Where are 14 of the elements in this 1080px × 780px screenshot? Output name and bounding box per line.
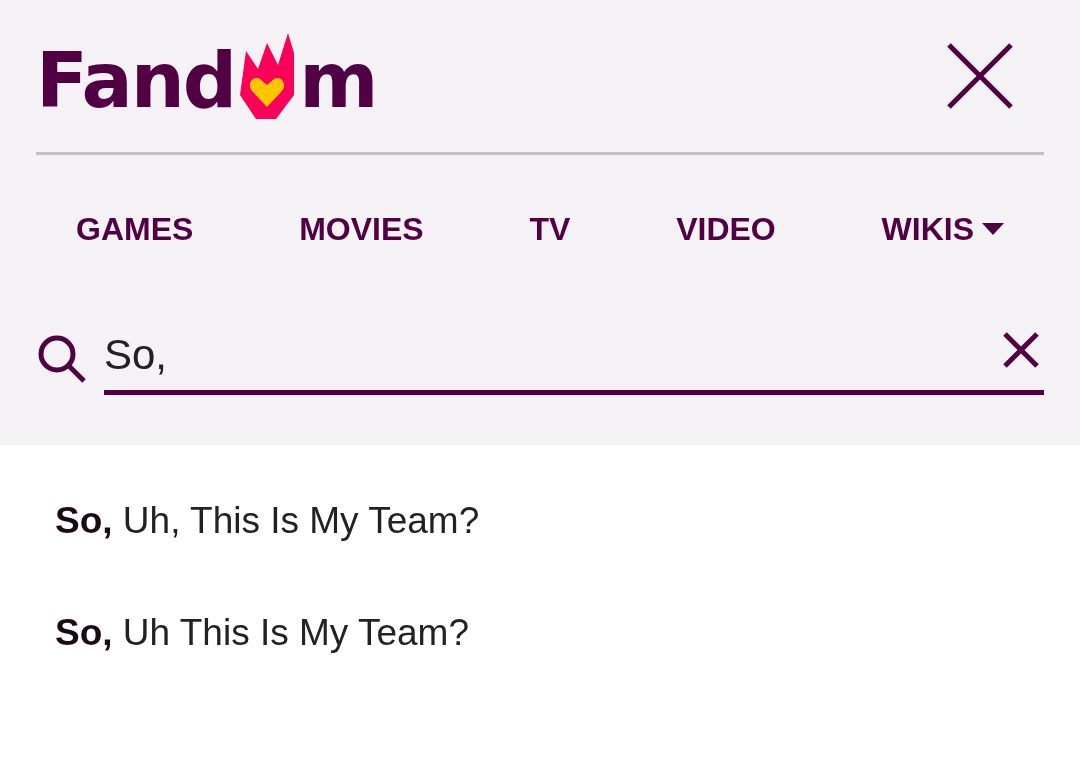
- nav-link[interactable]: MOVIES: [299, 205, 424, 253]
- close-button[interactable]: [946, 42, 1014, 110]
- nav-link[interactable]: GAMES: [76, 205, 194, 253]
- nav-link[interactable]: WIKIS: [881, 205, 1004, 253]
- clear-button[interactable]: [1002, 331, 1040, 369]
- caret-icon: [981, 223, 1004, 235]
- logo-text: m: [299, 43, 377, 119]
- search-suggestion[interactable]: So, Uh, This Is My Team?: [0, 465, 1080, 577]
- search-field[interactable]: So,: [104, 323, 1044, 395]
- nav-link[interactable]: VIDEO: [676, 205, 776, 253]
- search-suggestion[interactable]: So, Uh This Is My Team?: [0, 576, 1080, 688]
- logo-text: Fand: [36, 43, 236, 119]
- search-icon: [36, 333, 88, 385]
- nav-link[interactable]: TV: [529, 205, 571, 253]
